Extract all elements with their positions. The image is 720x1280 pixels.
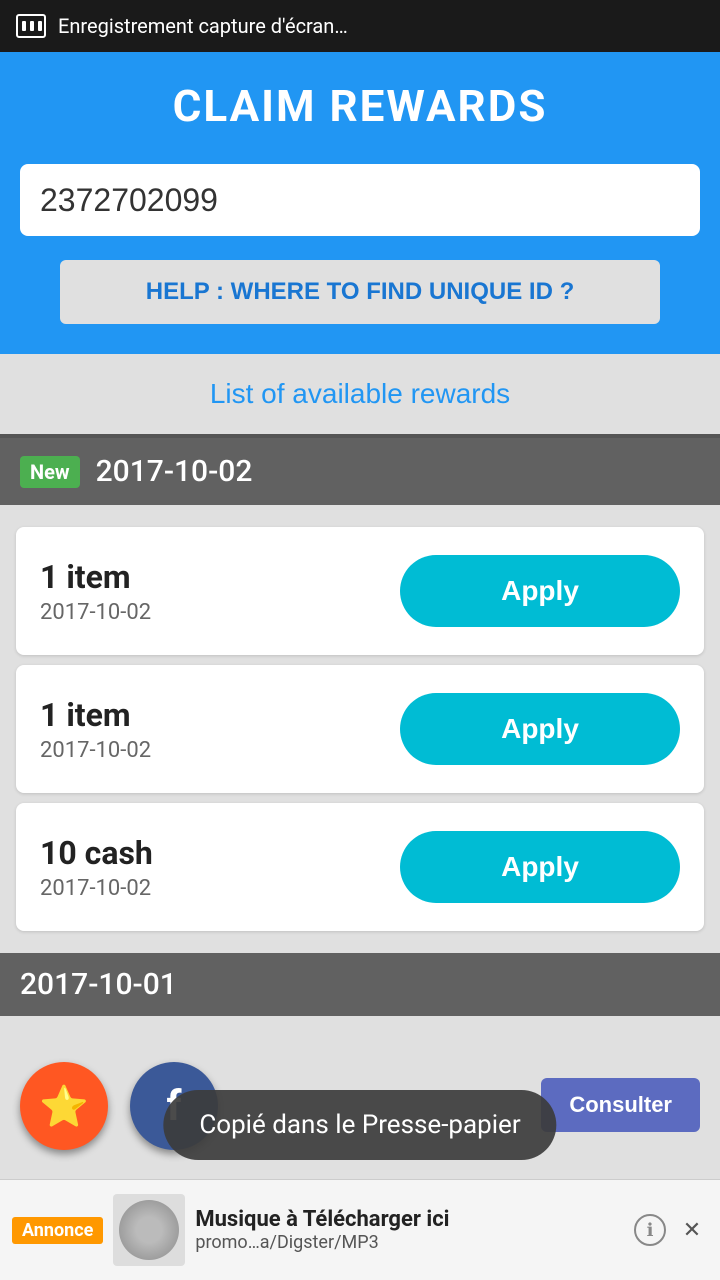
unique-id-input[interactable] (20, 164, 700, 236)
reward-date-3: 2017-10-02 (40, 876, 153, 901)
reward-info-3: 10 cash 2017-10-02 (40, 834, 153, 901)
apply-button-3[interactable]: Apply (400, 831, 680, 903)
rewards-list-link[interactable]: List of available rewards (210, 378, 510, 410)
help-section: HELP : WHERE TO FIND UNIQUE ID ? (0, 260, 720, 354)
ad-info-icon[interactable]: ℹ (634, 1214, 666, 1246)
fab-star-button[interactable]: ⭐ (20, 1062, 108, 1150)
date-header: New 2017-10-02 (0, 438, 720, 505)
bottom-date-header: 2017-10-01 (0, 953, 720, 1016)
ad-banner: Annonce Musique à Télécharger ici promo…… (0, 1179, 720, 1280)
reward-card-3: 10 cash 2017-10-02 Apply (16, 803, 704, 931)
page-title: CLAIM REWARDS (20, 80, 700, 132)
consulter-button[interactable]: Consulter (541, 1078, 700, 1132)
apply-button-2[interactable]: Apply (400, 693, 680, 765)
toast-notification: Copié dans le Presse-papier (163, 1090, 556, 1160)
rewards-list-section: List of available rewards (0, 354, 720, 434)
date-text: 2017-10-02 (96, 454, 253, 489)
ad-content: Musique à Télécharger ici promo…a/Digste… (195, 1207, 624, 1253)
ad-label: Annonce (12, 1217, 103, 1244)
status-bar: Enregistrement capture d'écran… (0, 0, 720, 52)
reward-title-2: 1 item (40, 696, 151, 734)
header: CLAIM REWARDS (0, 52, 720, 164)
ad-thumbnail-image (119, 1200, 179, 1260)
ad-title: Musique à Télécharger ici (195, 1207, 624, 1232)
ad-subtitle: promo…a/Digster/MP3 (195, 1232, 624, 1253)
reward-title-3: 10 cash (40, 834, 153, 872)
status-bar-text: Enregistrement capture d'écran… (58, 14, 348, 38)
reward-info-2: 1 item 2017-10-02 (40, 696, 151, 763)
reward-card-2: 1 item 2017-10-02 Apply (16, 665, 704, 793)
reward-date-1: 2017-10-02 (40, 600, 151, 625)
reward-date-2: 2017-10-02 (40, 738, 151, 763)
bottom-date-text: 2017-10-01 (20, 967, 177, 1002)
ad-thumbnail (113, 1194, 185, 1266)
reward-card-1: 1 item 2017-10-02 Apply (16, 527, 704, 655)
input-section (0, 164, 720, 260)
reward-info-1: 1 item 2017-10-02 (40, 558, 151, 625)
star-icon: ⭐ (39, 1083, 89, 1130)
reward-title-1: 1 item (40, 558, 151, 596)
screenshot-icon (16, 14, 46, 38)
rewards-container: 1 item 2017-10-02 Apply 1 item 2017-10-02 App… (0, 505, 720, 953)
apply-button-1[interactable]: Apply (400, 555, 680, 627)
help-button[interactable]: HELP : WHERE TO FIND UNIQUE ID ? (60, 260, 660, 324)
ad-close-icon[interactable]: ✕ (676, 1214, 708, 1246)
new-badge: New (20, 456, 80, 488)
